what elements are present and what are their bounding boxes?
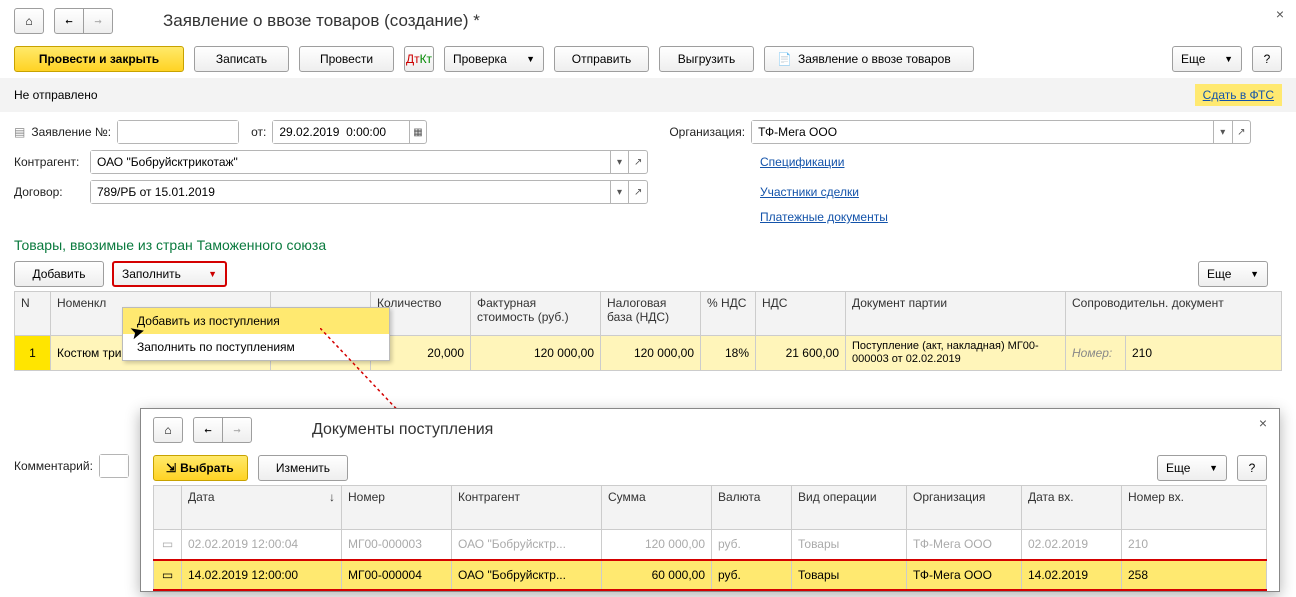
execute-button[interactable]: Провести [299,46,394,72]
col-sum[interactable]: Сумма [602,486,712,530]
open-icon[interactable]: ↗ [628,181,647,203]
back-icon: ← [204,423,211,437]
counterparty-label: Контрагент: [14,155,84,169]
comment-field[interactable] [99,454,129,478]
declaration-button[interactable]: 📄Заявление о ввозе товаров [764,46,974,72]
fill-dropdown[interactable]: Заполнить▼ [112,261,227,287]
forward-button[interactable]: → [83,8,113,34]
org-label: Организация: [669,125,745,139]
decl-icon: ▤ [14,125,25,139]
doc-icon: ▭ [154,530,182,560]
doc-icon: 📄 [777,52,792,66]
col-numin[interactable]: Номер вх. [1122,486,1267,530]
table-row[interactable]: ▭ 02.02.2019 12:00:04 МГ00-000003 ОАО "Б… [154,530,1267,560]
more-button[interactable]: Еще▼ [1172,46,1242,72]
from-label: от: [251,125,266,139]
forward-icon: → [233,423,240,437]
chevron-down-icon: ▼ [1209,463,1218,473]
sub-back-button[interactable]: ← [193,417,223,443]
back-icon: ← [65,14,72,28]
page-title: Заявление о ввозе товаров (создание) * [163,11,480,31]
col-n[interactable]: N [15,292,51,336]
home-icon: ⌂ [164,423,171,437]
decl-no-label: Заявление №: [31,125,111,139]
col-org[interactable]: Организация [907,486,1022,530]
status-text: Не отправлено [14,88,98,102]
col-invoice[interactable]: Фактурная стоимость (руб.) [471,292,601,336]
doc-icon: ▭ [154,560,182,590]
chevron-down-icon: ▼ [526,54,535,64]
col-datein[interactable]: Дата вх. [1022,486,1122,530]
sub-more-button[interactable]: Еще▼ [1157,455,1227,481]
open-icon[interactable]: ↗ [1232,121,1251,143]
col-vatpct[interactable]: % НДС [701,292,756,336]
select-button[interactable]: ⇲Выбрать [153,455,248,481]
col-taxbase[interactable]: Налоговая база (НДС) [601,292,701,336]
col-counter[interactable]: Контрагент [452,486,602,530]
col-date[interactable]: Дата ↓ [182,486,342,530]
status-link[interactable]: Сдать в ФТС [1195,84,1282,106]
sub-forward-button[interactable]: → [222,417,252,443]
col-vat[interactable]: НДС [756,292,846,336]
add-button[interactable]: Добавить [14,261,104,287]
org-field[interactable]: ▾↗ [751,120,1251,144]
chevron-down-icon[interactable]: ▾ [1213,121,1232,143]
paydocs-link[interactable]: Платежные документы [760,210,888,224]
col-op[interactable]: Вид операции [792,486,907,530]
subwin-title: Документы поступления [312,421,493,439]
decl-no-field[interactable] [117,120,239,144]
export-button[interactable]: Выгрузить [659,46,754,72]
check-dropdown[interactable]: Проверка▼ [444,46,544,72]
grid-more-button[interactable]: Еще▼ [1198,261,1268,287]
back-button[interactable]: ← [54,8,84,34]
chevron-down-icon: ▼ [1250,269,1259,279]
home-icon: ⌂ [25,14,32,28]
help-button[interactable]: ? [1252,46,1282,72]
send-button[interactable]: Отправить [554,46,649,72]
col-num[interactable]: Номер [342,486,452,530]
col-batch[interactable]: Документ партии [846,292,1066,336]
sort-icon: ↓ [329,490,335,504]
chevron-down-icon: ▼ [208,269,217,279]
home-button[interactable]: ⌂ [14,8,44,34]
chevron-down-icon[interactable]: ▾ [610,151,629,173]
execute-close-button[interactable]: Провести и закрыть [14,46,184,72]
spec-link[interactable]: Спецификации [760,155,844,169]
col-icon[interactable] [154,486,182,530]
forward-icon: → [94,14,101,28]
calendar-icon[interactable]: ▦ [409,121,427,143]
close-icon[interactable]: × [1276,6,1284,22]
col-accomp[interactable]: Сопроводительн. документ [1066,292,1282,336]
open-icon[interactable]: ↗ [628,151,647,173]
col-curr[interactable]: Валюта [712,486,792,530]
comment-label: Комментарий: [14,459,93,473]
dt-kt-icon: ДтКт [406,52,432,66]
subwin-close-icon[interactable]: × [1259,415,1267,431]
select-icon: ⇲ [166,461,176,475]
sub-home-button[interactable]: ⌂ [153,417,183,443]
section-title: Товары, ввозимые из стран Таможенного со… [0,227,1296,257]
counterparty-field[interactable]: ▾↗ [90,150,648,174]
edit-button[interactable]: Изменить [258,455,348,481]
contract-label: Договор: [14,185,84,199]
chevron-down-icon: ▼ [1224,54,1233,64]
dt-kt-button[interactable]: ДтКт [404,46,434,72]
participants-link[interactable]: Участники сделки [760,185,859,199]
sub-help-button[interactable]: ? [1237,455,1267,481]
contract-field[interactable]: ▾↗ [90,180,648,204]
chevron-down-icon[interactable]: ▾ [610,181,629,203]
save-button[interactable]: Записать [194,46,289,72]
table-row[interactable]: ▭ 14.02.2019 12:00:00 МГ00-000004 ОАО "Б… [154,560,1267,590]
date-field[interactable]: ▦ [272,120,427,144]
